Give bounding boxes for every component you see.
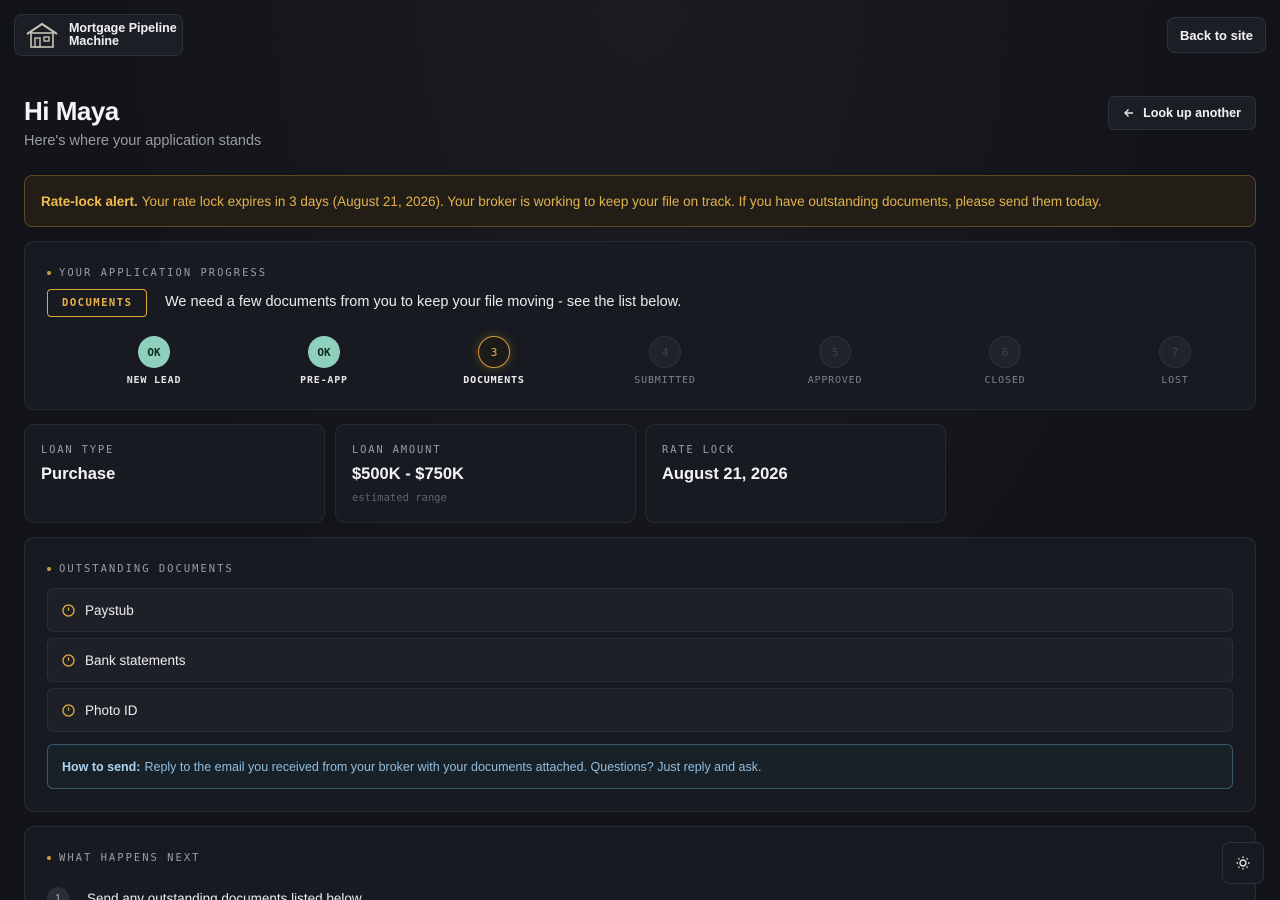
theme-toggle-button[interactable] xyxy=(1222,842,1264,884)
document-name: Photo ID xyxy=(85,702,138,718)
next-section-label: WHAT HAPPENS NEXT xyxy=(47,852,200,864)
progress-step-submitted: 4 SUBMITTED xyxy=(605,336,725,386)
next-step-text: Send any outstanding documents listed be… xyxy=(87,890,362,900)
document-item-bank-statements: Bank statements xyxy=(47,638,1233,682)
pending-clock-icon xyxy=(62,703,75,717)
progress-step-new-lead: OK NEW LEAD xyxy=(94,336,214,386)
progress-step-closed: 6 CLOSED xyxy=(945,336,1065,386)
alert-title: Rate-lock alert. xyxy=(41,193,138,209)
info-card-value: $500K - $750K xyxy=(352,465,464,483)
progress-step-lost: 7 LOST xyxy=(1115,336,1235,386)
rate-lock-alert: Rate-lock alert. Your rate lock expires … xyxy=(24,175,1256,227)
next-step-item: 1 Send any outstanding documents listed … xyxy=(47,887,362,900)
stage-badge: DOCUMENTS xyxy=(47,289,148,317)
alert-message: Your rate lock expires in 3 days (August… xyxy=(141,193,1102,209)
info-card-rate-lock: RATE LOCK August 21, 2026 xyxy=(645,424,946,523)
document-name: Bank statements xyxy=(85,652,186,668)
document-item-photo-id: Photo ID xyxy=(47,688,1233,732)
what-happens-next-card: WHAT HAPPENS NEXT 1 Send any outstanding… xyxy=(24,826,1256,900)
step-marker: 5 xyxy=(819,336,851,368)
info-card-key: LOAN TYPE xyxy=(41,444,115,456)
info-card-key: RATE LOCK xyxy=(662,444,736,456)
step-label: PRE-APP xyxy=(300,375,348,386)
progress-step-documents: 3 DOCUMENTS xyxy=(434,336,554,386)
how-to-send-title: How to send: xyxy=(62,759,141,774)
step-label: LOST xyxy=(1161,375,1189,386)
info-card-loan-amount: LOAN AMOUNT $500K - $750K estimated rang… xyxy=(335,424,636,523)
info-card-value: August 21, 2026 xyxy=(662,465,788,483)
next-step-number: 1 xyxy=(47,887,69,900)
page-subtitle: Here's where your application stands xyxy=(24,133,262,149)
step-label: SUBMITTED xyxy=(634,375,696,386)
bullet-dot xyxy=(47,567,51,571)
progress-section-label: YOUR APPLICATION PROGRESS xyxy=(47,267,267,279)
arrow-left-icon xyxy=(1124,109,1134,117)
sun-icon xyxy=(1236,856,1250,870)
info-card-value: Purchase xyxy=(41,465,116,483)
how-to-send-text: Reply to the email you received from you… xyxy=(144,759,762,774)
progress-step-approved: 5 APPROVED xyxy=(775,336,895,386)
step-marker: OK xyxy=(138,336,170,368)
progress-steps: OK NEW LEAD OK PRE-APP 3 DOCUMENTS 4 SUBMITTED 5… xyxy=(39,336,1239,392)
info-card-key: LOAN AMOUNT xyxy=(352,444,442,456)
step-label: APPROVED xyxy=(807,375,863,386)
how-to-send-note: How to send: Reply to the email you rece… xyxy=(47,744,1233,789)
step-marker: 7 xyxy=(1159,336,1191,368)
step-marker: 3 xyxy=(478,336,510,368)
brand-logo[interactable]: Mortgage Pipeline Machine xyxy=(14,14,183,56)
bullet-dot xyxy=(47,856,51,860)
info-card-note: estimated range xyxy=(352,492,447,504)
look-up-another-label: Look up another xyxy=(1143,106,1241,120)
step-label: CLOSED xyxy=(984,375,1026,386)
pending-clock-icon xyxy=(62,653,75,667)
progress-step-pre-app: OK PRE-APP xyxy=(264,336,384,386)
step-marker: 4 xyxy=(649,336,681,368)
back-to-site-button[interactable]: Back to site xyxy=(1167,17,1266,53)
page-title: Hi Maya xyxy=(24,96,119,126)
outstanding-documents-card: OUTSTANDING DOCUMENTS Paystub Bank state… xyxy=(24,537,1256,812)
stage-message: We need a few documents from you to keep… xyxy=(165,294,682,310)
application-progress-card: YOUR APPLICATION PROGRESS DOCUMENTS We n… xyxy=(24,241,1256,410)
document-name: Paystub xyxy=(85,602,134,618)
document-item-paystub: Paystub xyxy=(47,588,1233,632)
brand-name: Mortgage Pipeline Machine xyxy=(69,21,177,48)
info-card-loan-type: LOAN TYPE Purchase xyxy=(24,424,325,523)
documents-section-label: OUTSTANDING DOCUMENTS xyxy=(47,563,234,575)
step-marker: 6 xyxy=(989,336,1021,368)
pending-clock-icon xyxy=(62,603,75,617)
step-label: NEW LEAD xyxy=(126,375,182,386)
house-icon xyxy=(26,22,58,48)
step-label: DOCUMENTS xyxy=(463,375,525,386)
step-marker: OK xyxy=(308,336,340,368)
bullet-dot xyxy=(47,271,51,275)
look-up-another-button[interactable]: Look up another xyxy=(1108,96,1256,130)
